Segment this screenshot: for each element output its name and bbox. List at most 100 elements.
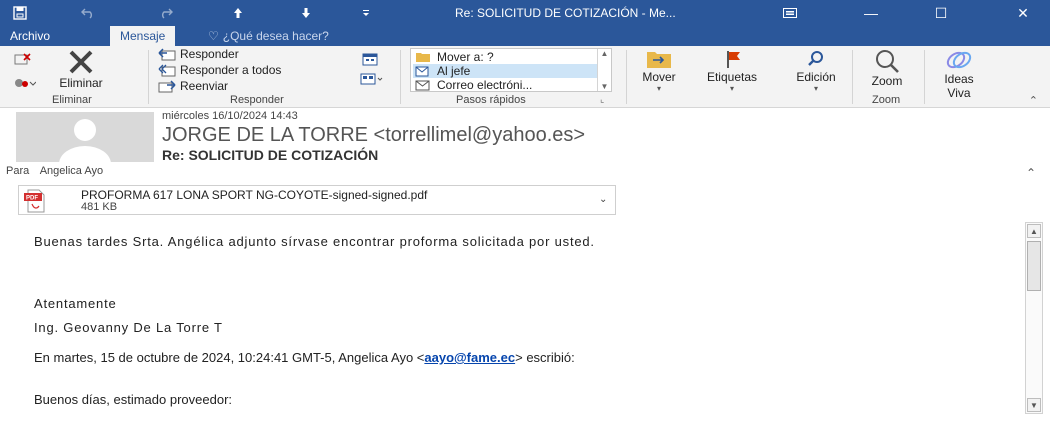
- group-separator: [148, 50, 149, 104]
- quick-steps-gallery: Mover a: ? Al jefe Correo electróni... ▲…: [410, 48, 612, 92]
- customize-qat-icon[interactable]: [356, 0, 376, 26]
- title-bar: Re: SOLICITUD DE COTIZACIÓN - Me... — ☐ …: [0, 0, 1050, 26]
- group-label-eliminar: Eliminar: [52, 94, 92, 106]
- attachment-size: 481 KB: [81, 201, 118, 213]
- viva-label-1: Ideas: [944, 72, 974, 86]
- more-respond-icon[interactable]: [360, 72, 384, 86]
- quoted-header-suffix: > escribió:: [515, 350, 575, 365]
- chevron-down-icon[interactable]: ⌄: [599, 194, 607, 205]
- flag-icon: [727, 51, 740, 68]
- zoom-label: Zoom: [871, 74, 903, 88]
- quick-step-manager[interactable]: Al jefe: [413, 64, 597, 78]
- viva-insights-icon: [946, 51, 972, 69]
- zoom-button[interactable]: Zoom: [858, 48, 916, 88]
- to-label: Para: [6, 165, 30, 177]
- sender[interactable]: JORGE DE LA TORRE <torrellimel@yahoo.es>: [162, 124, 585, 147]
- ribbon: Eliminar Eliminar Responder Responder a …: [0, 46, 1050, 108]
- folder-icon: [416, 53, 430, 62]
- reply-button[interactable]: Responder: [158, 47, 239, 61]
- body-line: Ing. Geovanny De La Torre T: [34, 320, 223, 335]
- quoted-header-prefix: En martes, 15 de octubre de 2024, 10:24:…: [34, 350, 425, 365]
- find-icon: [808, 51, 823, 66]
- redo-icon[interactable]: [152, 0, 180, 26]
- pdf-badge: PDF: [26, 196, 38, 202]
- chevron-down-icon: ▾: [656, 84, 661, 93]
- scroll-thumb[interactable]: [1027, 241, 1041, 291]
- chevron-up-icon[interactable]: ⌃: [1026, 166, 1036, 180]
- chevron-down-icon: ▾: [813, 84, 818, 93]
- minimize-button[interactable]: —: [848, 0, 894, 26]
- ribbon-display-icon[interactable]: [776, 0, 804, 26]
- scroll-up-icon[interactable]: ▲: [1027, 224, 1041, 238]
- scroll-down-icon[interactable]: ▼: [1027, 398, 1041, 412]
- forward-icon: [158, 79, 176, 92]
- forward-button[interactable]: Reenviar: [158, 79, 228, 93]
- reply-icon: [158, 47, 176, 60]
- tab-archivo[interactable]: Archivo: [0, 26, 60, 46]
- scroll-down-icon[interactable]: ▼: [601, 82, 609, 91]
- reply-label: Responder: [180, 47, 239, 61]
- dialog-launcher-icon[interactable]: ⌞: [600, 94, 604, 105]
- tell-me-box[interactable]: ♡ ¿Qué desea hacer?: [198, 26, 339, 46]
- quick-step-email[interactable]: Correo electróni...: [413, 78, 597, 92]
- delete-icon: [69, 50, 93, 74]
- quick-step-label: Correo electróni...: [437, 78, 533, 92]
- forward-label: Reenviar: [180, 79, 229, 93]
- collapse-ribbon-icon[interactable]: ⌃: [1029, 94, 1038, 107]
- reply-all-button[interactable]: Responder a todos: [158, 63, 281, 77]
- quick-step-move[interactable]: Mover a: ?: [413, 50, 597, 64]
- avatar: [16, 112, 154, 162]
- ignore-icon[interactable]: [14, 52, 32, 66]
- subject: Re: SOLICITUD DE COTIZACIÓN: [162, 147, 379, 163]
- group-separator: [400, 50, 401, 104]
- group-label-zoom: Zoom: [872, 94, 901, 106]
- tell-me-label: ¿Qué desea hacer?: [222, 29, 329, 43]
- mail-icon: [415, 80, 430, 91]
- arrow-up-icon[interactable]: [224, 0, 252, 26]
- pdf-icon: PDF: [24, 189, 45, 213]
- editing-button[interactable]: Edición ▾: [786, 48, 846, 93]
- move-icon: [647, 52, 671, 68]
- move-label: Mover: [642, 70, 676, 84]
- body-line: Buenos días, estimado proveedor:: [34, 392, 233, 407]
- tags-button[interactable]: Etiquetas ▾: [700, 48, 764, 93]
- arrow-down-icon[interactable]: [292, 0, 320, 26]
- quick-steps-scroll[interactable]: ▲ ▼: [597, 49, 611, 91]
- close-button[interactable]: ✕: [1000, 0, 1046, 26]
- tab-mensaje[interactable]: Mensaje: [110, 26, 176, 46]
- attachment-name: PROFORMA 617 LONA SPORT NG-COYOTE-signed…: [81, 188, 428, 202]
- group-label-pasos-rapidos: Pasos rápidos: [456, 94, 526, 106]
- group-label-responder: Responder: [230, 94, 284, 106]
- undo-icon[interactable]: [74, 0, 102, 26]
- junk-icon[interactable]: [14, 76, 36, 90]
- editing-label: Edición: [796, 70, 836, 84]
- to-recipient[interactable]: Angelica Ayo: [40, 165, 103, 177]
- ribbon-tabs: Archivo Mensaje ♡ ¿Qué desea hacer?: [0, 26, 1050, 46]
- body-scrollbar[interactable]: ▲ ▼: [1025, 222, 1043, 414]
- meeting-icon[interactable]: [362, 52, 378, 66]
- save-icon[interactable]: [6, 0, 34, 26]
- mail-forward-icon: [415, 66, 429, 77]
- quick-step-label: Mover a: ?: [437, 50, 494, 64]
- magnifier-icon: [876, 50, 899, 73]
- email-link[interactable]: aayo@fame.ec: [424, 350, 515, 365]
- delete-label: Eliminar: [59, 76, 103, 90]
- sent-date: miércoles 16/10/2024 14:43: [162, 110, 298, 122]
- body-line: Buenas tardes Srta. Angélica adjunto sír…: [34, 234, 595, 249]
- attachment[interactable]: PDF PROFORMA 617 LONA SPORT NG-COYOTE-si…: [18, 185, 616, 215]
- lightbulb-icon: ♡: [208, 29, 219, 43]
- reply-all-icon: [158, 64, 176, 76]
- window-title: Re: SOLICITUD DE COTIZACIÓN - Me...: [455, 6, 676, 20]
- maximize-button[interactable]: ☐: [918, 0, 964, 26]
- viva-insights-button[interactable]: Ideas Viva: [930, 48, 988, 100]
- scroll-up-icon[interactable]: ▲: [601, 49, 609, 58]
- move-button[interactable]: Mover ▾: [634, 48, 684, 93]
- quick-step-label: Al jefe: [437, 64, 471, 78]
- group-separator: [924, 50, 925, 104]
- quoted-header: En martes, 15 de octubre de 2024, 10:24:…: [34, 350, 575, 365]
- body-line: Atentamente: [34, 296, 117, 311]
- group-separator: [852, 50, 853, 104]
- tags-label: Etiquetas: [706, 70, 758, 84]
- reply-all-label: Responder a todos: [180, 63, 282, 77]
- delete-button[interactable]: Eliminar: [46, 48, 116, 90]
